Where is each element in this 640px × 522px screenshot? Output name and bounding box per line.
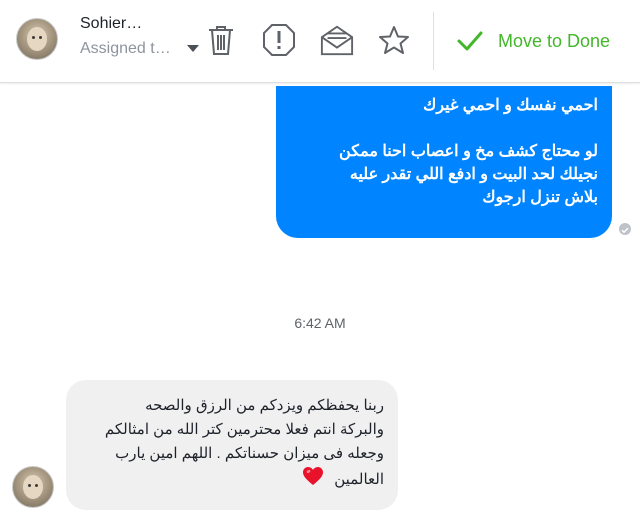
mark-unread-button[interactable]: [320, 22, 354, 58]
message-line: احمي نفسك و احمي غيرك: [423, 97, 598, 114]
avatar-face: [27, 27, 47, 51]
avatar-eye: [39, 36, 42, 39]
conversation-header: Sohier… Assigned t… Move to Done: [0, 0, 640, 83]
sender-avatar[interactable]: [12, 466, 54, 508]
avatar-eye: [35, 484, 38, 487]
heart-icon: [302, 466, 324, 494]
alert-icon: [263, 24, 295, 56]
outgoing-message-bubble[interactable]: احمي نفسك و احمي غيرك لو محتاج كشف مخ و …: [276, 86, 612, 238]
message-line: نجيلك لحد البيت و ادفع اللي تقدر عليه: [349, 166, 598, 183]
trash-icon: [209, 26, 233, 55]
message-line: بلاش تنزل ارجوك: [482, 189, 598, 206]
assigned-to-label[interactable]: Assigned t…: [80, 40, 171, 58]
chevron-down-icon[interactable]: [187, 45, 199, 52]
avatar-face: [23, 475, 43, 499]
envelope-icon: [320, 25, 354, 56]
message-line: ربنا يحفظكم ويزدكم من الرزق والصحه: [145, 397, 384, 414]
message-line-last: العالمين: [78, 466, 384, 494]
contact-avatar[interactable]: [16, 18, 58, 60]
star-button[interactable]: [377, 22, 411, 58]
avatar-eye: [28, 484, 31, 487]
message-line: والبركة انتم فعلا محترمين كتر الله من ام…: [104, 421, 384, 438]
seen-check-icon: [619, 223, 631, 235]
header-divider: [433, 12, 434, 70]
mark-spam-button[interactable]: [262, 22, 296, 58]
message-timestamp: 6:42 AM: [294, 315, 346, 331]
checkmark-icon: [457, 31, 483, 51]
delete-button[interactable]: [204, 22, 238, 58]
message-line: لو محتاج كشف مخ و اعصاب احنا ممكن: [339, 143, 598, 160]
message-line: العالمين: [334, 470, 384, 488]
move-to-done-button[interactable]: Move to Done: [456, 24, 610, 58]
avatar-eye: [32, 36, 35, 39]
incoming-message-bubble[interactable]: ربنا يحفظكم ويزدكم من الرزق والصحه والبر…: [66, 380, 398, 510]
contact-name[interactable]: Sohier…: [80, 15, 142, 33]
move-to-done-label: Move to Done: [498, 30, 611, 51]
star-icon: [379, 26, 409, 54]
message-line: وجعله فى ميزان حسناتكم . اللهم امين يارب: [115, 445, 384, 462]
